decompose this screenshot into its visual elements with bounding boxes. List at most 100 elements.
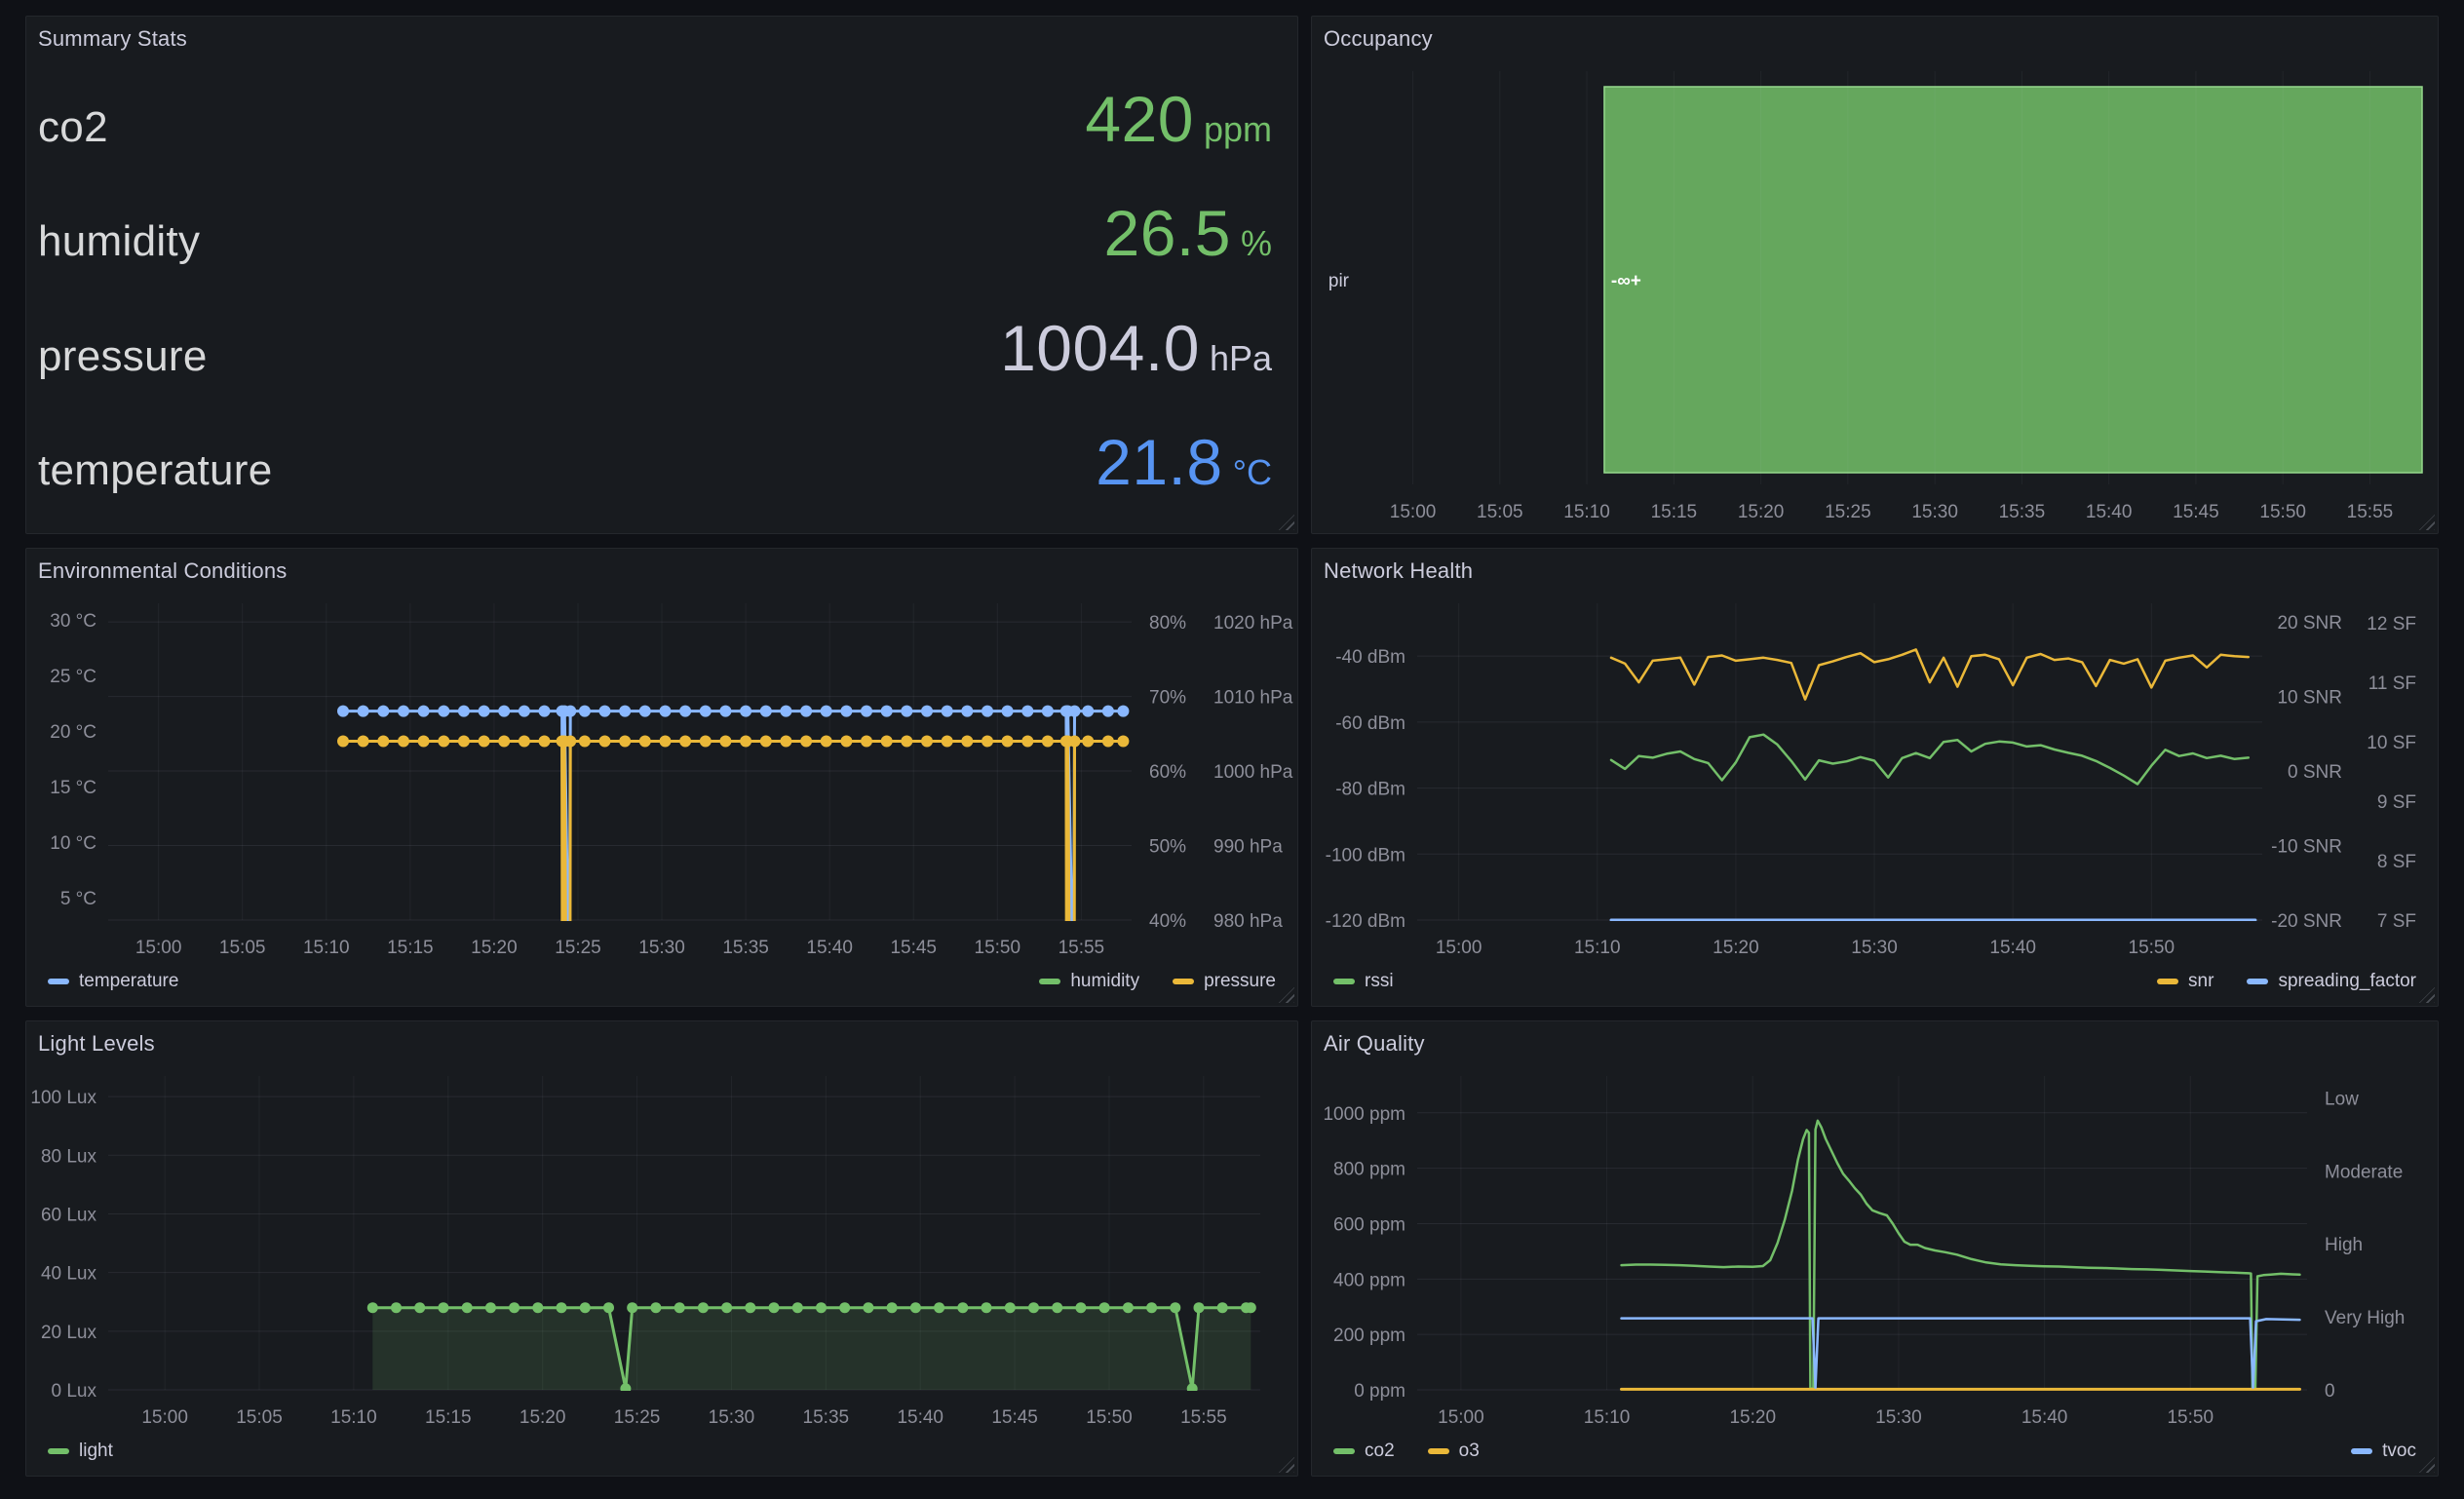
data-point-light[interactable] — [620, 1383, 632, 1394]
data-point-temperature[interactable] — [659, 705, 672, 717]
data-point-pressure[interactable] — [538, 735, 551, 748]
data-point-temperature[interactable] — [1001, 705, 1014, 717]
legend-item-o3[interactable]: o3 — [1427, 1441, 1480, 1462]
data-point-light[interactable] — [839, 1302, 851, 1314]
data-point-light[interactable] — [791, 1302, 803, 1314]
data-point-pressure[interactable] — [578, 735, 591, 748]
data-point-temperature[interactable] — [699, 705, 712, 717]
data-point-light[interactable] — [1098, 1302, 1110, 1314]
data-point-light[interactable] — [957, 1302, 969, 1314]
data-point-light[interactable] — [1186, 1383, 1198, 1394]
data-point-light[interactable] — [981, 1302, 992, 1314]
data-point-pressure[interactable] — [1101, 735, 1114, 748]
data-point-light[interactable] — [721, 1302, 733, 1314]
panel-title[interactable]: Occupancy — [1312, 17, 2438, 58]
data-point-temperature[interactable] — [417, 705, 430, 717]
data-point-light[interactable] — [1245, 1302, 1256, 1314]
data-point-pressure[interactable] — [357, 735, 369, 748]
legend-item-pressure[interactable]: pressure — [1173, 971, 1276, 992]
data-point-pressure[interactable] — [1021, 735, 1034, 748]
legend-item-snr[interactable]: snr — [2157, 971, 2214, 992]
data-point-temperature[interactable] — [1117, 705, 1130, 717]
legend-item-co2[interactable]: co2 — [1333, 1441, 1395, 1462]
data-point-pressure[interactable] — [518, 735, 530, 748]
series-line-tvoc[interactable] — [1620, 1317, 2301, 1390]
data-point-light[interactable] — [484, 1302, 496, 1314]
legend-item-rssi[interactable]: rssi — [1333, 971, 1394, 992]
data-point-temperature[interactable] — [740, 705, 752, 717]
data-point-light[interactable] — [1193, 1302, 1205, 1314]
data-point-light[interactable] — [1216, 1302, 1228, 1314]
data-point-pressure[interactable] — [1068, 735, 1081, 748]
data-point-light[interactable] — [1004, 1302, 1016, 1314]
data-point-temperature[interactable] — [478, 705, 490, 717]
data-point-temperature[interactable] — [901, 705, 913, 717]
data-point-light[interactable] — [438, 1302, 449, 1314]
data-point-light[interactable] — [1052, 1302, 1063, 1314]
data-point-pressure[interactable] — [880, 735, 893, 748]
data-point-temperature[interactable] — [1101, 705, 1114, 717]
data-point-temperature[interactable] — [780, 705, 792, 717]
data-point-pressure[interactable] — [1082, 735, 1095, 748]
data-point-pressure[interactable] — [1117, 735, 1130, 748]
data-point-pressure[interactable] — [740, 735, 752, 748]
data-point-light[interactable] — [697, 1302, 709, 1314]
data-point-pressure[interactable] — [417, 735, 430, 748]
occupancy-state-timeline[interactable]: 15:00 15:05 15:10 15:15 15:20 15:25 15:30 15:35… — [1312, 58, 2438, 533]
data-point-pressure[interactable] — [820, 735, 832, 748]
panel-title[interactable]: Air Quality — [1312, 1021, 2438, 1062]
data-point-pressure[interactable] — [478, 735, 490, 748]
data-point-temperature[interactable] — [638, 705, 651, 717]
data-point-pressure[interactable] — [719, 735, 732, 748]
air-quality-chart[interactable]: 15:00 15:10 15:20 15:30 15:40 15:50 1000 ppm 80… — [1312, 1062, 2438, 1437]
data-point-temperature[interactable] — [1068, 705, 1081, 717]
timeline-segment-occupied[interactable] — [1603, 86, 2423, 474]
data-point-light[interactable] — [768, 1302, 780, 1314]
data-point-pressure[interactable] — [564, 735, 577, 748]
data-point-light[interactable] — [627, 1302, 638, 1314]
data-point-pressure[interactable] — [699, 735, 712, 748]
data-point-temperature[interactable] — [398, 705, 409, 717]
data-point-pressure[interactable] — [901, 735, 913, 748]
data-point-light[interactable] — [391, 1302, 402, 1314]
data-point-pressure[interactable] — [1001, 735, 1014, 748]
data-point-light[interactable] — [1122, 1302, 1134, 1314]
data-point-temperature[interactable] — [941, 705, 953, 717]
series-line-temperature[interactable] — [341, 710, 1125, 967]
data-point-light[interactable] — [414, 1302, 426, 1314]
legend-item-humidity[interactable]: humidity — [1039, 971, 1139, 992]
legend-item-light[interactable]: light — [48, 1441, 113, 1462]
data-point-light[interactable] — [886, 1302, 898, 1314]
data-point-light[interactable] — [816, 1302, 827, 1314]
data-point-pressure[interactable] — [759, 735, 772, 748]
data-point-light[interactable] — [745, 1302, 756, 1314]
data-point-light[interactable] — [863, 1302, 874, 1314]
panel-title[interactable]: Environmental Conditions — [26, 549, 1297, 590]
data-point-temperature[interactable] — [498, 705, 511, 717]
data-point-pressure[interactable] — [679, 735, 692, 748]
data-point-temperature[interactable] — [961, 705, 974, 717]
data-point-light[interactable] — [650, 1302, 662, 1314]
data-point-pressure[interactable] — [337, 735, 349, 748]
data-point-temperature[interactable] — [598, 705, 611, 717]
data-point-pressure[interactable] — [780, 735, 792, 748]
data-point-light[interactable] — [1146, 1302, 1158, 1314]
data-point-light[interactable] — [909, 1302, 921, 1314]
data-point-pressure[interactable] — [961, 735, 974, 748]
data-point-pressure[interactable] — [638, 735, 651, 748]
legend-item-spreading_factor[interactable]: spreading_factor — [2247, 971, 2416, 992]
series-line-co2[interactable] — [1620, 1119, 2301, 1391]
data-point-temperature[interactable] — [337, 705, 349, 717]
data-point-temperature[interactable] — [518, 705, 530, 717]
data-point-pressure[interactable] — [1041, 735, 1054, 748]
panel-title[interactable]: Summary Stats — [26, 17, 1297, 58]
legend-item-temperature[interactable]: temperature — [48, 971, 178, 992]
data-point-pressure[interactable] — [982, 735, 993, 748]
data-point-temperature[interactable] — [880, 705, 893, 717]
legend-item-tvoc[interactable]: tvoc — [2351, 1441, 2416, 1462]
data-point-temperature[interactable] — [800, 705, 813, 717]
data-point-light[interactable] — [579, 1302, 591, 1314]
data-point-temperature[interactable] — [377, 705, 390, 717]
data-point-pressure[interactable] — [800, 735, 813, 748]
data-point-light[interactable] — [532, 1302, 544, 1314]
